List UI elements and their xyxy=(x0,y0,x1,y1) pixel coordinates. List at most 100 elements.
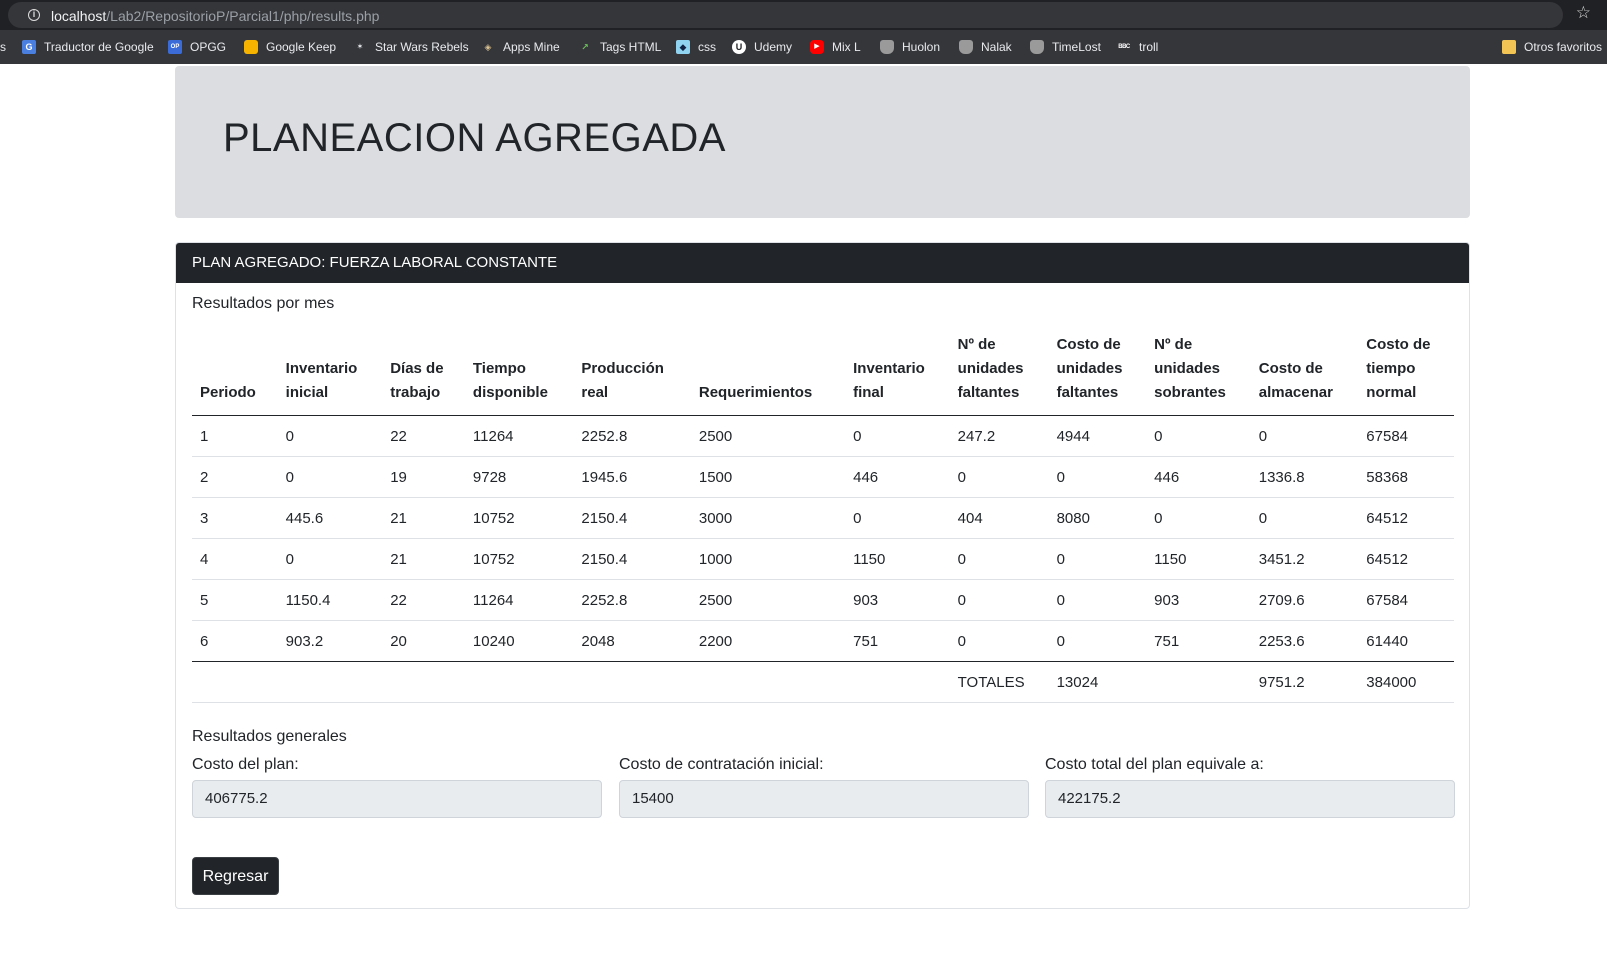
header-text: unidades xyxy=(1154,360,1221,377)
header-text: faltantes xyxy=(1056,384,1119,401)
bookmarks-bar: s G Traductor de Google OP OPGG Google Kee… xyxy=(0,30,1607,64)
table-cell: 4944 xyxy=(1048,415,1147,457)
bookmark-label: Nalak xyxy=(981,40,1012,54)
results-table: Periodo Inventario inicial Días de trabajo Ti… xyxy=(192,333,1454,703)
col-tiempo-disponible-header: Tiempo disponible xyxy=(464,333,574,416)
col-costo-almacenar-header: Costo de almacenar xyxy=(1250,333,1359,416)
udemy-icon: U xyxy=(732,40,746,54)
header-text: Inventario xyxy=(853,360,925,377)
header-text: final xyxy=(853,384,884,401)
table-cell: 446 xyxy=(845,456,950,498)
col-requerimientos-header: Requerimientos xyxy=(690,333,846,416)
table-cell: 5 xyxy=(192,579,278,621)
table-cell: 9728 xyxy=(464,456,574,498)
bookmark-item[interactable]: Huolon xyxy=(880,38,940,56)
totals-cell xyxy=(277,661,383,703)
table-cell: 0 xyxy=(1048,620,1147,662)
bookmark-item[interactable]: ▶ Mix L xyxy=(810,38,861,56)
url-path: /Lab2/RepositorioP/Parcial1/php/results.… xyxy=(106,8,380,24)
totals-cell xyxy=(1146,661,1251,703)
table-cell: 3451.2 xyxy=(1250,538,1359,580)
table-cell: 0 xyxy=(1048,456,1147,498)
table-cell: 0 xyxy=(277,538,383,580)
table-cell: 64512 xyxy=(1358,497,1454,539)
bookmark-label: Mix L xyxy=(832,40,861,54)
folder-icon xyxy=(1502,40,1516,54)
table-cell: 8080 xyxy=(1048,497,1147,539)
general-results-title: Resultados generales xyxy=(192,728,347,745)
header-text: Inventario xyxy=(285,360,358,377)
bookmark-item[interactable]: G Traductor de Google xyxy=(22,38,154,56)
info-icon[interactable]: i xyxy=(28,9,40,21)
table-cell: 1500 xyxy=(690,456,846,498)
table-cell: 1000 xyxy=(690,538,846,580)
google-translate-icon: G xyxy=(22,40,36,54)
table-body: 1 0 22 11264 2252.8 2500 0 247.2 4944 0 0 67584 2 0 19… xyxy=(192,415,1454,703)
bookmark-item[interactable]: OP OPGG xyxy=(168,38,226,56)
bookmark-star-icon[interactable]: ☆ xyxy=(1576,3,1591,23)
table-cell: 1945.6 xyxy=(573,456,691,498)
google-keep-icon xyxy=(244,40,258,54)
bookmark-item[interactable]: ✶ Star Wars Rebels xyxy=(353,38,469,56)
table-cell: 0 xyxy=(949,456,1049,498)
bookmark-item[interactable]: U Udemy xyxy=(732,38,792,56)
wolf-icon xyxy=(880,40,894,54)
header-text: disponible xyxy=(472,384,548,401)
bookmark-item[interactable]: BBC troll xyxy=(1117,38,1158,56)
table-cell: 2253.6 xyxy=(1250,620,1359,662)
header-text: Tiempo xyxy=(472,360,526,377)
table-row: 5 1150.4 22 11264 2252.8 2500 903 0 0 903 2709.6 67… xyxy=(192,579,1454,621)
table-cell: 751 xyxy=(1146,620,1251,662)
plan-cost-field[interactable]: 406775.2 xyxy=(192,780,602,818)
header-text: inicial xyxy=(285,384,329,401)
table-cell: 6 xyxy=(192,620,278,662)
back-button[interactable]: Regresar xyxy=(192,857,279,895)
bookmark-item[interactable]: ↗ Tags HTML xyxy=(578,38,661,56)
table-row: 3 445.6 21 10752 2150.4 3000 0 404 8080 0 0 64512 xyxy=(192,497,1454,539)
bookmark-item[interactable]: s xyxy=(0,38,6,56)
results-card: PLAN AGREGADO: FUERZA LABORAL CONSTANTE … xyxy=(175,242,1470,909)
monthly-results-title: Resultados por mes xyxy=(192,295,335,312)
bookmark-label: s xyxy=(0,40,6,54)
totals-cell xyxy=(573,661,691,703)
table-cell: 2200 xyxy=(690,620,846,662)
table-cell: 21 xyxy=(382,497,465,539)
bookmark-item[interactable]: TimeLost xyxy=(1030,38,1101,56)
header-text: faltantes xyxy=(957,384,1020,401)
totals-cell: 9751.2 xyxy=(1250,661,1359,703)
table-cell: 0 xyxy=(1250,415,1359,457)
header-text: almacenar xyxy=(1258,384,1333,401)
wolf-icon xyxy=(959,40,973,54)
hiring-cost-field[interactable]: 15400 xyxy=(619,780,1029,818)
bookmark-item[interactable]: Nalak xyxy=(959,38,1012,56)
table-cell: 1 xyxy=(192,415,278,457)
total-cost-field[interactable]: 422175.2 xyxy=(1045,780,1455,818)
bookmark-item[interactable]: Otros favoritos xyxy=(1502,38,1602,56)
browser-address-bar: i localhost/Lab2/RepositorioP/Parcial1/p… xyxy=(0,0,1607,30)
bookmark-item[interactable]: ◈ Apps Mine xyxy=(481,38,560,56)
star-wars-icon: ✶ xyxy=(356,42,364,51)
header-text: Costo de xyxy=(1366,336,1431,353)
card-header: PLAN AGREGADO: FUERZA LABORAL CONSTANTE xyxy=(176,243,1469,283)
plan-cost-label: Costo del plan: xyxy=(192,756,299,773)
table-cell: 0 xyxy=(949,579,1049,621)
header-text: Requerimientos xyxy=(698,384,813,401)
table-cell: 903 xyxy=(1146,579,1251,621)
table-cell: 446 xyxy=(1146,456,1251,498)
table-cell: 404 xyxy=(949,497,1049,539)
table-cell: 4 xyxy=(192,538,278,580)
chart-icon: ↗ xyxy=(581,42,589,52)
totals-cell xyxy=(690,661,846,703)
table-cell: 10240 xyxy=(464,620,574,662)
header-text: Días de xyxy=(390,360,444,377)
url-text[interactable]: localhost/Lab2/RepositorioP/Parcial1/php… xyxy=(51,8,379,24)
table-cell: 1150 xyxy=(845,538,950,580)
url-bar[interactable]: i localhost/Lab2/RepositorioP/Parcial1/p… xyxy=(8,2,1563,28)
bookmark-label: Star Wars Rebels xyxy=(375,40,469,54)
bookmark-item[interactable]: ◆ css xyxy=(676,38,716,56)
table-cell: 2150.4 xyxy=(573,538,691,580)
bookmark-label: Google Keep xyxy=(266,40,337,54)
table-cell: 64512 xyxy=(1358,538,1454,580)
table-cell: 20 xyxy=(382,620,465,662)
bookmark-item[interactable]: Google Keep xyxy=(244,38,336,56)
